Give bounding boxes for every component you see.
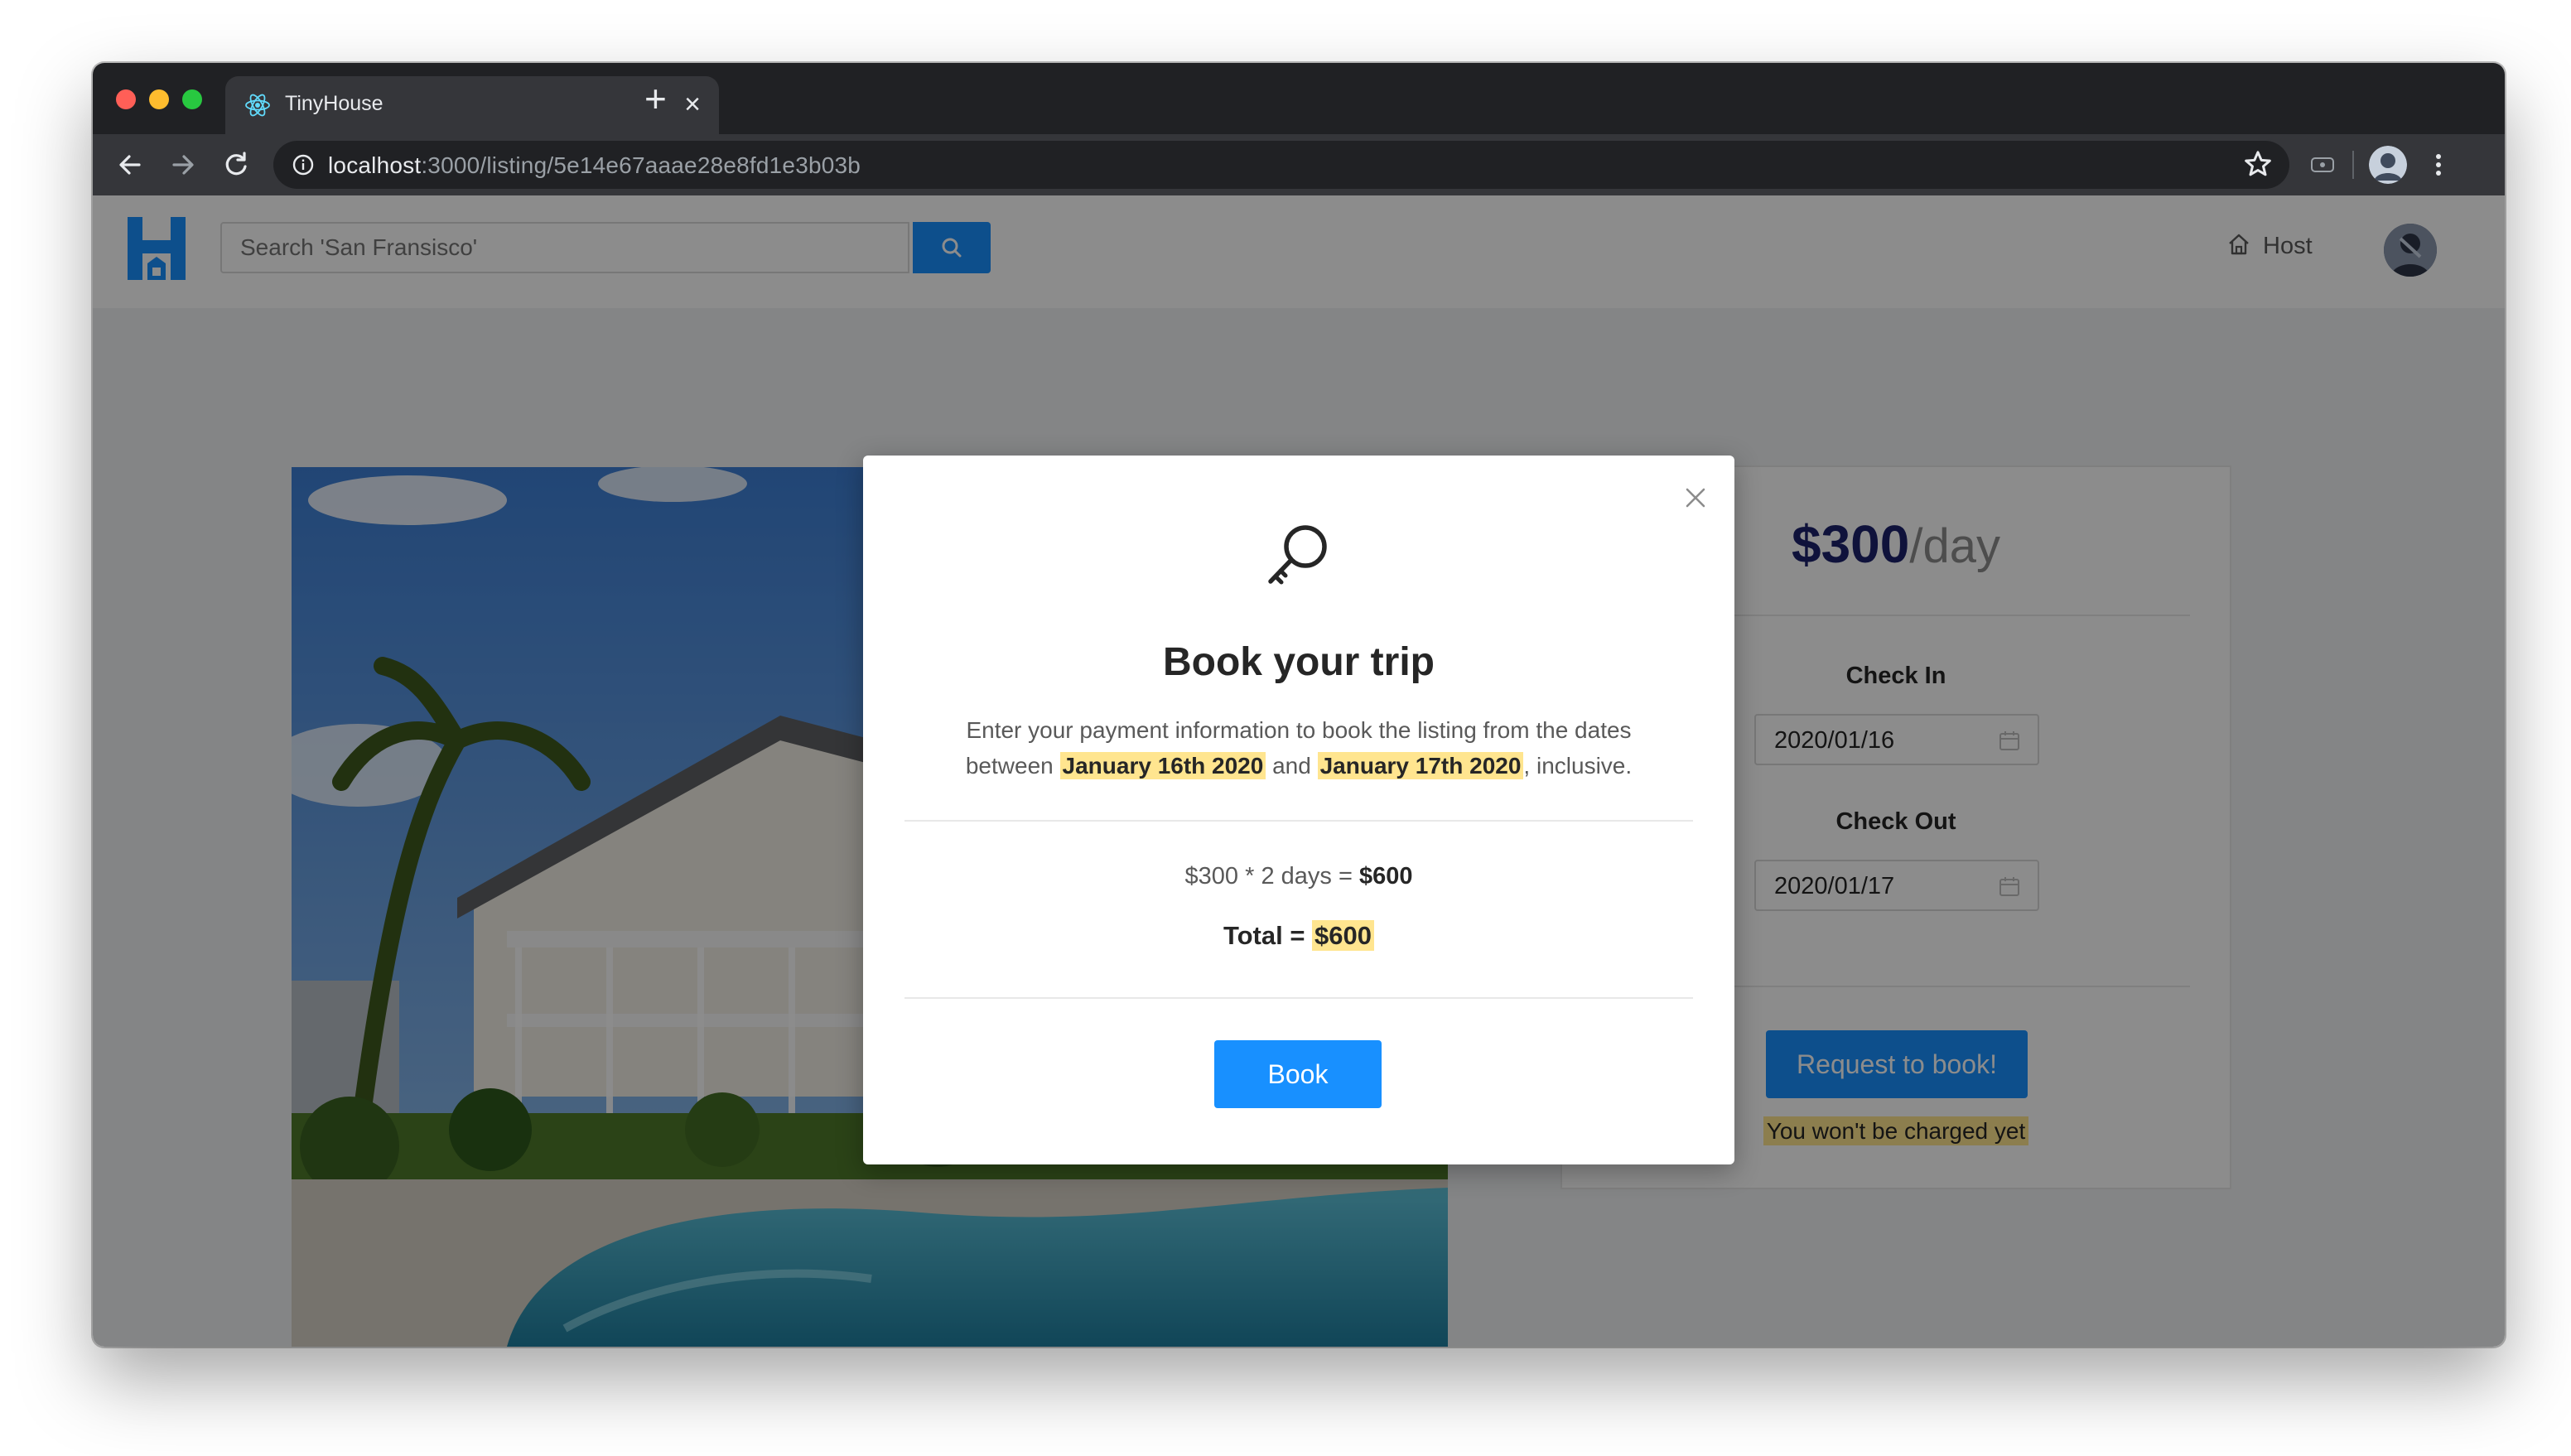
modal-title: Book your trip <box>1162 640 1435 684</box>
price-calculation: $300 * 2 days = $600 <box>863 863 1734 890</box>
maximize-window-button[interactable] <box>182 89 202 109</box>
url-host: localhost <box>328 152 422 178</box>
toolbar-divider <box>2352 151 2354 179</box>
modal-description: Enter your payment information to book t… <box>946 712 1652 783</box>
desc-end: , inclusive. <box>1523 753 1633 779</box>
reload-icon[interactable] <box>215 144 257 186</box>
menu-kebab-icon[interactable] <box>2429 151 2448 179</box>
react-icon <box>245 94 270 117</box>
info-icon[interactable] <box>292 153 315 176</box>
calc-text: $300 * 2 days = <box>1184 863 1359 890</box>
minimize-window-button[interactable] <box>149 89 169 109</box>
desc-and: and <box>1272 753 1311 779</box>
new-tab-button[interactable]: + <box>644 80 667 118</box>
book-trip-modal: Book your trip Enter your payment inform… <box>863 456 1734 1164</box>
key-icon <box>1268 525 1327 585</box>
page-content: Host <box>93 195 2505 1347</box>
bookmark-star-icon[interactable] <box>2241 147 2274 181</box>
total-label: Total = <box>1223 921 1313 950</box>
total-value: $600 <box>1312 920 1375 951</box>
extension-icon[interactable] <box>2309 152 2336 177</box>
address-bar[interactable]: localhost:3000/listing/5e14e67aaae28e8fd… <box>273 141 2289 189</box>
forward-arrow-icon[interactable] <box>162 144 204 186</box>
browser-window: TinyHouse × + localhost:3000/listing/5e1… <box>93 63 2505 1347</box>
url-text[interactable]: localhost:3000/listing/5e14e67aaae28e8fd… <box>328 152 861 179</box>
total-price: Total = $600 <box>863 920 1734 951</box>
start-date-highlight: January 16th 2020 <box>1059 752 1266 779</box>
tab-close-icon[interactable]: × <box>684 88 701 121</box>
profile-avatar-icon[interactable] <box>2369 146 2407 184</box>
modal-divider <box>904 820 1693 822</box>
browser-toolbar: localhost:3000/listing/5e14e67aaae28e8fd… <box>93 134 2505 195</box>
tab-title: TinyHouse <box>285 92 383 115</box>
book-button[interactable]: Book <box>1214 1040 1382 1108</box>
url-path: :3000/listing/5e14e67aaae28e8fd1e3b03b <box>421 152 861 178</box>
back-arrow-icon[interactable] <box>109 144 151 186</box>
close-icon[interactable] <box>1685 487 1706 509</box>
modal-divider <box>904 997 1693 999</box>
end-date-highlight: January 17th 2020 <box>1317 752 1524 779</box>
calc-value: $600 <box>1358 863 1413 890</box>
tab-strip: TinyHouse × + <box>93 63 2505 134</box>
close-window-button[interactable] <box>116 89 136 109</box>
